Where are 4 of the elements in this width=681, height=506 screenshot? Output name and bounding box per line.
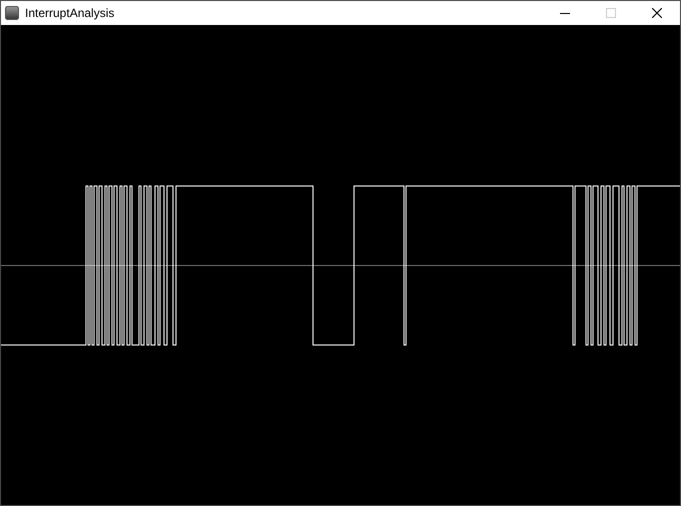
close-icon xyxy=(652,8,662,18)
app-icon xyxy=(5,6,19,20)
window-title: InterruptAnalysis xyxy=(25,5,114,22)
maximize-icon xyxy=(606,8,616,18)
